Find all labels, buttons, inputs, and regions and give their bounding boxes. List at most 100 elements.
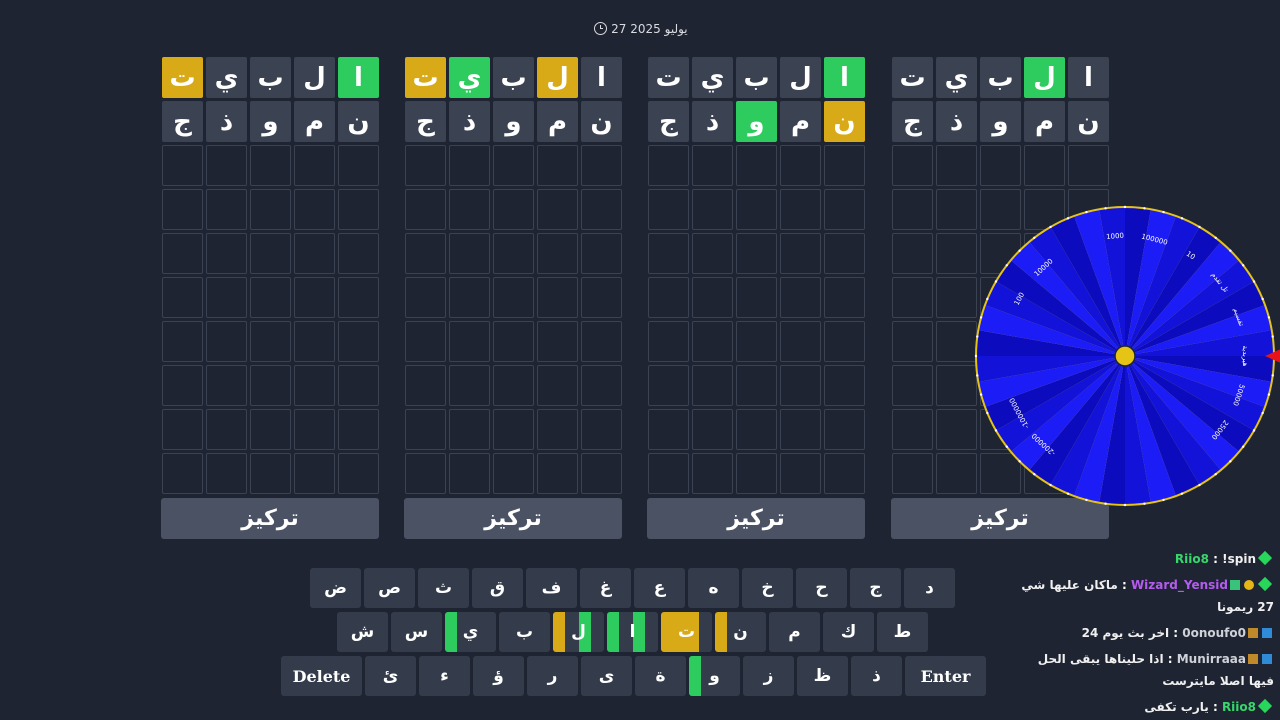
keyboard-key[interactable]: ش — [337, 612, 388, 652]
keyboard-key[interactable]: ب — [499, 612, 550, 652]
keyboard-key[interactable]: ك — [823, 612, 874, 652]
chat-username[interactable]: Wizard_Yensid — [1131, 578, 1228, 592]
date-text: 27 يوليو 2025 — [611, 22, 688, 36]
wheel-rim-dot — [1049, 225, 1052, 229]
wheel-rim-dot — [986, 297, 989, 301]
keyboard-key[interactable]: ض — [310, 568, 361, 608]
wheel-rim-dot — [976, 374, 979, 377]
wheel-rim-dot — [1005, 445, 1008, 448]
empty-tile — [648, 145, 689, 186]
keyboard-key[interactable]: ص — [364, 568, 415, 608]
keyboard-key[interactable]: ذ — [851, 656, 902, 696]
chat-text: !spin — [1222, 552, 1256, 566]
board-row — [161, 277, 379, 318]
key-label: ذ — [872, 666, 881, 686]
spin-wheel[interactable]: هيربدية 50000 25000 -200000 -1000000 100 10000… — [970, 201, 1280, 511]
board-row: البيت — [404, 57, 622, 98]
focus-button[interactable]: تركيز — [404, 498, 622, 539]
letter-tile: ي — [692, 57, 733, 98]
empty-tile — [736, 189, 777, 230]
wheel-rim-dot — [1005, 264, 1008, 267]
empty-tile — [780, 189, 821, 230]
keyboard-key[interactable]: ج — [850, 568, 901, 608]
keyboard-key[interactable]: ح — [796, 568, 847, 608]
keyboard-key[interactable]: ع — [634, 568, 685, 608]
spin-wheel-graphic: هيربدية5000025000-200000-100000010010000… — [974, 205, 1280, 507]
keyboard-key[interactable]: ز — [743, 656, 794, 696]
key-label: ت — [677, 622, 696, 642]
keyboard-key[interactable]: ق — [472, 568, 523, 608]
keyboard-key[interactable]: ه — [688, 568, 739, 608]
empty-tile — [449, 277, 490, 318]
chat-username[interactable]: Riio8 — [1175, 552, 1209, 566]
keyboard-key[interactable]: ة — [635, 656, 686, 696]
gem-badge-icon — [1257, 550, 1273, 566]
keyboard-key[interactable]: ل — [553, 612, 604, 652]
keyboard-key[interactable]: ث — [418, 568, 469, 608]
empty-tile — [824, 145, 865, 186]
empty-tile — [338, 145, 379, 186]
empty-tile — [250, 189, 291, 230]
wheel-rim-dot — [1229, 249, 1232, 252]
letter-tile: ب — [493, 57, 534, 98]
keyboard-key[interactable]: ط — [877, 612, 928, 652]
empty-tile — [581, 233, 622, 274]
chat-username[interactable]: Munirraaa — [1177, 652, 1246, 666]
board-row — [404, 277, 622, 318]
keyboard-key[interactable]: ا — [607, 612, 658, 652]
empty-tile — [493, 189, 534, 230]
keyboard-key[interactable]: ر — [527, 656, 578, 696]
keyboard-key[interactable]: ظ — [797, 656, 848, 696]
empty-tile — [824, 321, 865, 362]
empty-tile — [250, 145, 291, 186]
keyboard-key[interactable]: ن — [715, 612, 766, 652]
board-row: نموذج — [161, 101, 379, 142]
empty-tile — [780, 233, 821, 274]
keyboard-key[interactable]: م — [769, 612, 820, 652]
keyboard-key[interactable]: ؤ — [473, 656, 524, 696]
keyboard-key[interactable]: و — [689, 656, 740, 696]
keyboard-key[interactable]: ئ — [365, 656, 416, 696]
empty-tile — [537, 233, 578, 274]
keyboard-key[interactable]: غ — [580, 568, 631, 608]
board-row — [647, 189, 865, 230]
empty-tile — [736, 409, 777, 450]
key-label: ر — [547, 666, 558, 686]
focus-button[interactable]: تركيز — [647, 498, 865, 539]
keyboard-key[interactable]: ف — [526, 568, 577, 608]
empty-tile — [206, 409, 247, 450]
key-label: ن — [733, 622, 748, 642]
empty-tile — [449, 233, 490, 274]
key-label: ف — [541, 578, 562, 598]
key-label: ل — [571, 622, 586, 642]
board-row — [404, 365, 622, 406]
keyboard-key[interactable]: ي — [445, 612, 496, 652]
board-row — [404, 189, 622, 230]
empty-tile — [736, 277, 777, 318]
empty-tile — [405, 365, 446, 406]
wheel-rim-dot — [1214, 473, 1217, 476]
board-row — [647, 233, 865, 274]
focus-button[interactable]: تركيز — [161, 498, 379, 539]
empty-tile — [581, 189, 622, 230]
keyboard-key[interactable]: Delete — [281, 656, 362, 696]
empty-tile — [692, 189, 733, 230]
empty-tile — [493, 453, 534, 494]
keyboard-key[interactable]: د — [904, 568, 955, 608]
chat-username[interactable]: 0onoufo0 — [1182, 626, 1246, 640]
keyboard-key[interactable]: س — [391, 612, 442, 652]
wheel-rim-dot — [1123, 205, 1127, 209]
key-status-bar — [445, 612, 457, 652]
empty-tile — [250, 321, 291, 362]
keyboard-key[interactable]: خ — [742, 568, 793, 608]
empty-tile — [824, 277, 865, 318]
chat-text: يارب تكفى — [1144, 700, 1209, 714]
keyboard-key[interactable]: ء — [419, 656, 470, 696]
chat-username[interactable]: Riio8 — [1222, 700, 1256, 714]
letter-tile: ا — [581, 57, 622, 98]
empty-tile — [338, 233, 379, 274]
empty-tile — [206, 365, 247, 406]
keyboard-key[interactable]: ت — [661, 612, 712, 652]
keyboard-key[interactable]: ى — [581, 656, 632, 696]
keyboard-key[interactable]: Enter — [905, 656, 986, 696]
